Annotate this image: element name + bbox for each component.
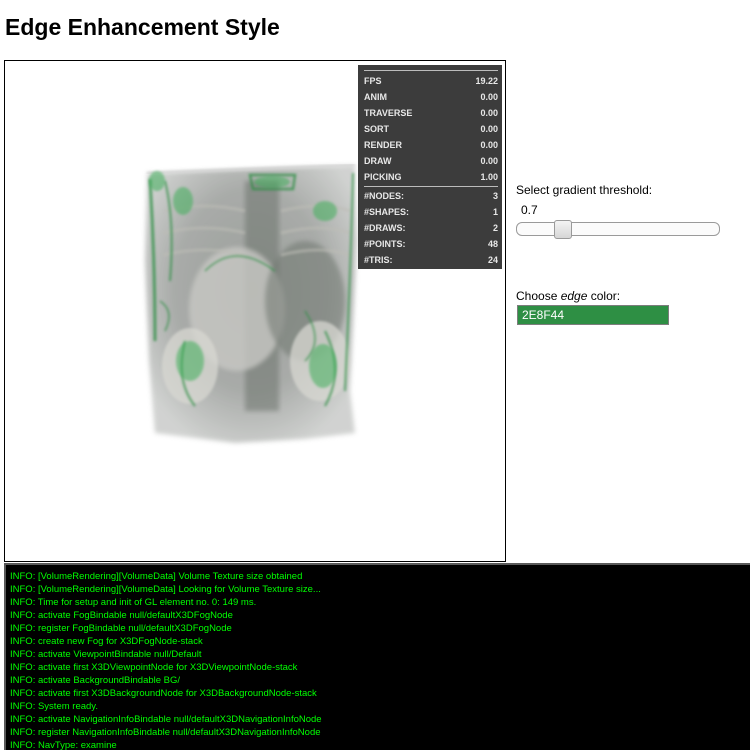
color-label-prefix: Choose [516, 289, 561, 303]
stats-value: 48 [487, 239, 498, 249]
stats-row: #NODES: 3 [364, 188, 498, 204]
stats-row: #DRAWS: 2 [364, 220, 498, 236]
stats-label: TRAVERSE [364, 108, 413, 118]
color-label-emphasis: edge [560, 289, 588, 303]
gradient-threshold-slider[interactable] [516, 220, 720, 239]
slider-thumb[interactable] [554, 220, 572, 239]
edge-color-label: Choose edge color: [516, 289, 620, 303]
stats-label: #POINTS: [364, 239, 406, 249]
stats-label: #NODES: [364, 191, 405, 201]
stats-value: 24 [487, 255, 498, 265]
log-line: INFO: register FogBindable null/defaultX… [10, 623, 232, 634]
stats-label: #DRAWS: [364, 223, 406, 233]
stats-divider [364, 186, 498, 187]
threshold-label: Select gradient threshold: [516, 183, 653, 197]
stats-label: FPS [364, 76, 382, 86]
stats-value: 0.00 [480, 108, 498, 118]
stats-value: 0.00 [480, 156, 498, 166]
page-title: Edge Enhancement Style [5, 14, 280, 40]
log-line: INFO: create new Fog for X3DFogNode-stac… [10, 636, 203, 647]
stats-row: TRAVERSE 0.00 [364, 105, 498, 121]
stats-row: PICKING 1.00 [364, 169, 498, 185]
stats-row: #SHAPES: 1 [364, 204, 498, 220]
stats-value: 19.22 [475, 76, 498, 86]
log-line: INFO: activate first X3DViewpointNode fo… [10, 662, 298, 673]
color-label-suffix: color: [587, 289, 621, 303]
stats-row: DRAW 0.00 [364, 153, 498, 169]
controls-panel: Select gradient threshold: 0.7 Choose ed… [516, 183, 736, 325]
stats-value: 1 [492, 207, 498, 217]
stats-value: 0.00 [480, 140, 498, 150]
stats-label: #TRIS: [364, 255, 393, 265]
log-line: INFO: Time for setup and init of GL elem… [10, 597, 257, 608]
log-line: INFO: [VolumeRendering][VolumeData] Volu… [10, 571, 303, 582]
stats-value: 3 [492, 191, 498, 201]
stats-row: ANIM 0.00 [364, 89, 498, 105]
log-line: INFO: activate BackgroundBindable BG/ [10, 675, 181, 686]
log-line: INFO: activate FogBindable null/defaultX… [10, 610, 233, 621]
stats-label: ANIM [364, 92, 387, 102]
stats-overlay: FPS 19.22 ANIM 0.00 TRAVERSE 0.00 SORT 0.00 … [358, 65, 502, 269]
edge-color-input[interactable]: 2E8F44 [517, 305, 669, 325]
stats-label: RENDER [364, 140, 403, 150]
stats-row: #POINTS: 48 [364, 236, 498, 252]
log-line: INFO: [VolumeRendering][VolumeData] Look… [10, 584, 321, 595]
log-line: INFO: System ready. [10, 701, 98, 712]
stats-label: PICKING [364, 172, 402, 182]
stats-row: #TRIS: 24 [364, 252, 498, 268]
stats-label: DRAW [364, 156, 392, 166]
log-console[interactable]: INFO: [VolumeRendering][VolumeData] Volu… [4, 563, 750, 750]
stats-value: 0.00 [480, 92, 498, 102]
threshold-value: 0.7 [521, 203, 538, 217]
log-line: INFO: activate ViewpointBindable null/De… [10, 649, 202, 660]
stats-divider [364, 70, 498, 71]
log-line: INFO: register NavigationInfoBindable nu… [10, 727, 321, 738]
x3d-viewport[interactable]: FPS 19.22 ANIM 0.00 TRAVERSE 0.00 SORT 0.00 … [4, 60, 506, 562]
stats-row: FPS 19.22 [364, 73, 498, 89]
stats-row: RENDER 0.00 [364, 137, 498, 153]
log-line: INFO: activate NavigationInfoBindable nu… [10, 714, 322, 725]
stats-label: SORT [364, 124, 390, 134]
stats-label: #SHAPES: [364, 207, 410, 217]
log-line: INFO: NavType: examine [10, 740, 117, 750]
stats-value: 0.00 [480, 124, 498, 134]
log-line: INFO: activate first X3DBackgroundNode f… [10, 688, 317, 699]
stats-value: 2 [492, 223, 498, 233]
stats-value: 1.00 [480, 172, 498, 182]
stats-row: SORT 0.00 [364, 121, 498, 137]
